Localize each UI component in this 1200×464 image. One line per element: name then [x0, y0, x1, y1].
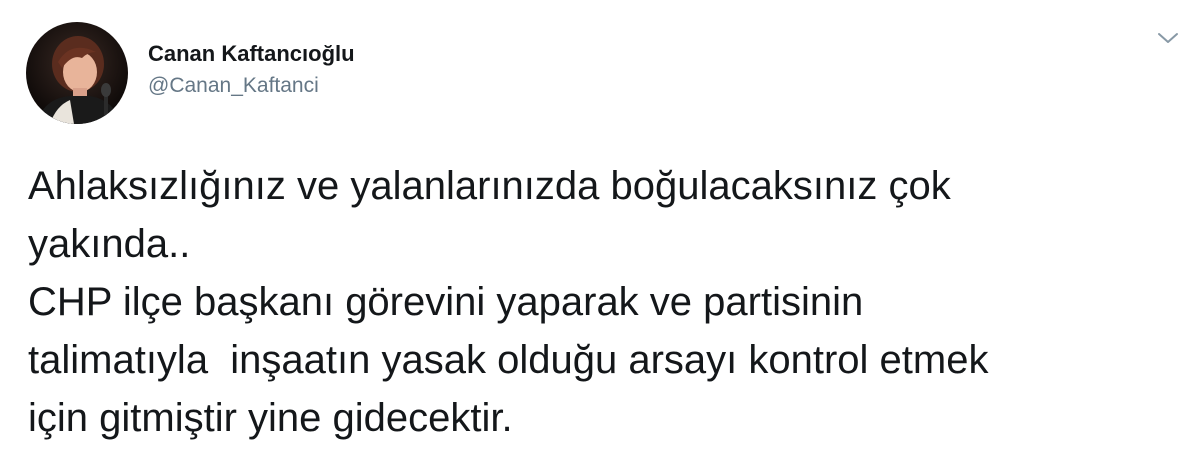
tweet-card: Canan Kaftancıoğlu @Canan_Kaftanci Ahlak… — [0, 0, 1200, 464]
chevron-down-icon[interactable] — [1156, 30, 1180, 46]
avatar[interactable] — [26, 22, 128, 124]
user-handle[interactable]: @Canan_Kaftanci — [148, 71, 355, 101]
tweet-header: Canan Kaftancıoğlu @Canan_Kaftanci — [26, 22, 355, 124]
avatar-image — [26, 22, 128, 124]
user-names: Canan Kaftancıoğlu @Canan_Kaftanci — [148, 39, 355, 101]
display-name[interactable]: Canan Kaftancıoğlu — [148, 39, 355, 69]
tweet-text: Ahlaksızlığınız ve yalanlarınızda boğula… — [28, 164, 989, 440]
